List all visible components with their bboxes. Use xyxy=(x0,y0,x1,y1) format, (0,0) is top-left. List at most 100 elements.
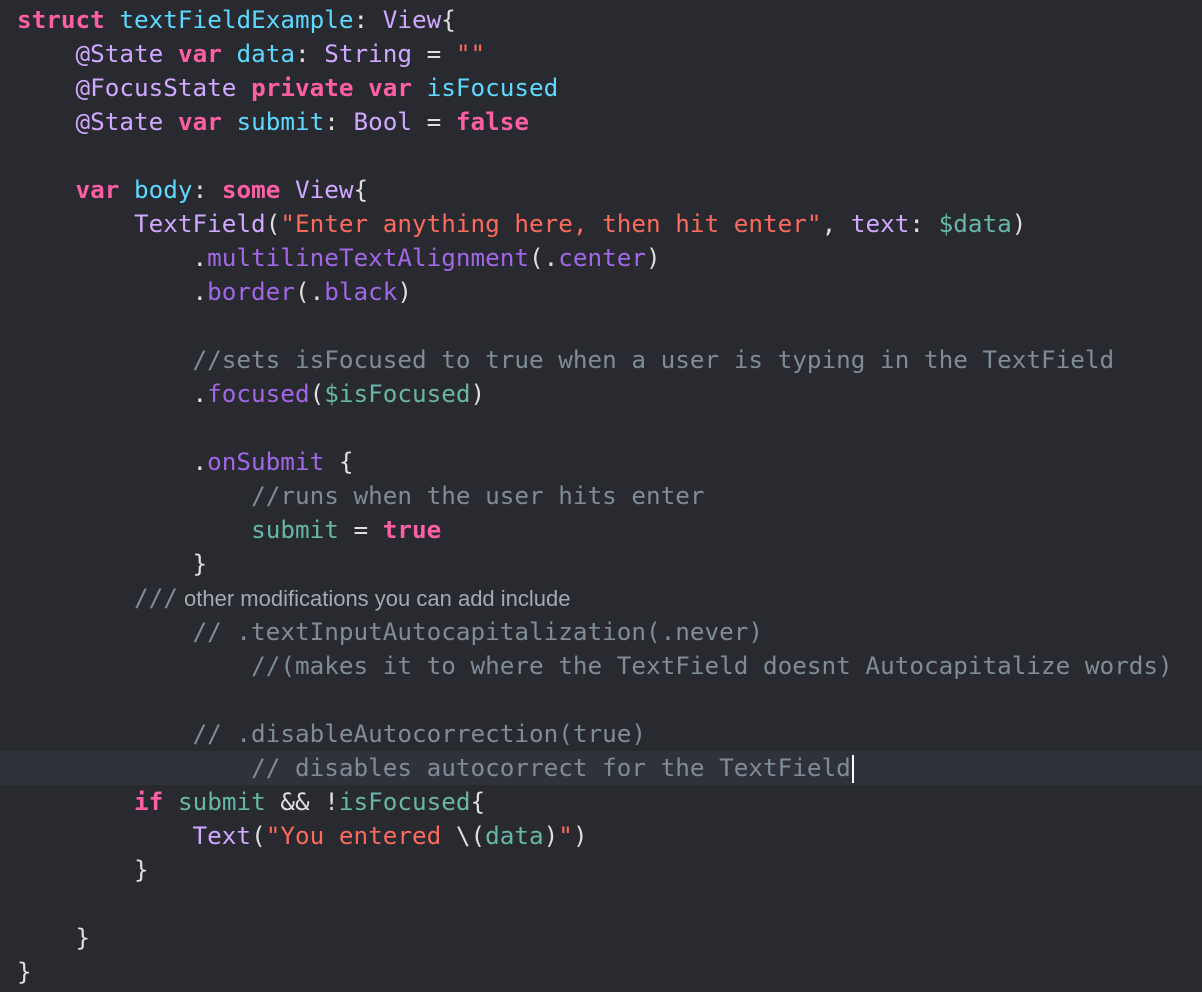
code-token: submit xyxy=(177,787,266,816)
code-token: && ! xyxy=(265,787,339,816)
code-token: " xyxy=(558,821,573,850)
code-token: $data xyxy=(938,209,1012,238)
code-token: : xyxy=(192,175,222,204)
code-token: = xyxy=(412,107,456,136)
code-token: //runs when the user hits enter xyxy=(251,481,705,510)
code-line[interactable]: } xyxy=(0,853,1202,887)
code-token: // .textInputAutocapitalization(.never) xyxy=(192,617,764,646)
code-line[interactable]: struct textFieldExample: View{ xyxy=(0,3,1202,37)
code-token: { xyxy=(441,5,456,34)
code-token: : xyxy=(324,107,354,136)
code-line[interactable]: // .disableAutocorrection(true) xyxy=(0,717,1202,751)
code-token: text xyxy=(850,209,910,238)
code-token: isFocused xyxy=(426,73,559,102)
code-line[interactable]: .border(.black) xyxy=(0,275,1202,309)
code-token: (. xyxy=(294,277,325,306)
code-line[interactable] xyxy=(0,309,1202,343)
code-line[interactable]: } xyxy=(0,955,1202,989)
code-line[interactable] xyxy=(0,683,1202,717)
code-token: data xyxy=(485,821,544,850)
code-token: : xyxy=(909,209,939,238)
code-line[interactable]: @FocusState private var isFocused xyxy=(0,71,1202,105)
code-token: false xyxy=(455,107,530,136)
code-line[interactable]: //(makes it to where the TextField doesn… xyxy=(0,649,1202,683)
code-token: ( xyxy=(309,379,325,408)
code-token: focused xyxy=(207,379,310,408)
code-line[interactable]: //sets isFocused to true when a user is … xyxy=(0,343,1202,377)
code-token: var xyxy=(75,175,120,204)
code-token: center xyxy=(558,243,647,272)
code-token: { xyxy=(470,787,486,816)
code-line[interactable]: var body: some View{ xyxy=(0,173,1202,207)
code-line[interactable]: .focused($isFocused) xyxy=(0,377,1202,411)
code-token: struct xyxy=(17,5,105,34)
code-token: = xyxy=(412,39,456,68)
code-line[interactable]: .multilineTextAlignment(.center) xyxy=(0,241,1202,275)
code-line[interactable]: //runs when the user hits enter xyxy=(0,479,1202,513)
code-token: "" xyxy=(455,39,486,68)
code-token: //(makes it to where the TextField doesn… xyxy=(251,651,1173,680)
code-token: $isFocused xyxy=(324,379,471,408)
code-token: Bool xyxy=(353,107,413,136)
code-token: @State xyxy=(75,39,164,68)
code-line[interactable] xyxy=(0,139,1202,173)
code-token: } xyxy=(17,855,149,884)
code-token: ) xyxy=(397,277,412,306)
code-token: } xyxy=(17,549,208,578)
code-token: isFocused xyxy=(338,787,471,816)
code-token: // disables autocorrect for the TextFiel… xyxy=(251,753,851,782)
code-line[interactable] xyxy=(0,411,1202,445)
code-line[interactable]: if submit && !isFocused{ xyxy=(0,785,1202,819)
code-line[interactable]: TextField("Enter anything here, then hit… xyxy=(0,207,1202,241)
code-token: View xyxy=(294,175,354,204)
code-token: : xyxy=(353,5,383,34)
code-token: // .disableAutocorrection(true) xyxy=(192,719,647,748)
code-token: { xyxy=(353,175,369,204)
code-line[interactable] xyxy=(0,887,1202,921)
code-token: { xyxy=(324,447,354,476)
code-token: . xyxy=(17,243,208,272)
code-token: Text xyxy=(192,821,252,850)
code-line[interactable]: .onSubmit { xyxy=(0,445,1202,479)
code-token: ) xyxy=(1011,209,1027,238)
code-line[interactable]: Text("You entered \(data)") xyxy=(0,819,1202,853)
code-token: @FocusState xyxy=(75,73,237,102)
code-line[interactable]: } xyxy=(0,547,1202,581)
code-line[interactable]: } xyxy=(0,921,1202,955)
code-token: //sets isFocused to true when a user is … xyxy=(192,345,1115,374)
code-token: "You entered xyxy=(265,821,456,850)
code-token: true xyxy=(382,515,442,544)
code-token: ) xyxy=(646,243,661,272)
code-token: var xyxy=(177,39,222,68)
code-token: ) xyxy=(470,379,486,408)
code-token: . xyxy=(17,379,208,408)
code-line[interactable]: // .textInputAutocapitalization(.never) xyxy=(0,615,1202,649)
code-token: ( xyxy=(265,209,281,238)
code-token: String xyxy=(324,39,413,68)
code-editor[interactable]: struct textFieldExample: View{ @State va… xyxy=(0,0,1202,992)
code-line[interactable]: /// other modifications you can add incl… xyxy=(0,581,1202,615)
code-token: multilineTextAlignment xyxy=(207,243,529,272)
code-token: : xyxy=(294,39,325,68)
code-token: ) xyxy=(543,821,559,850)
code-line[interactable]: @State var data: String = "" xyxy=(0,37,1202,71)
code-token: black xyxy=(324,277,398,306)
code-line[interactable]: @State var submit: Bool = false xyxy=(0,105,1202,139)
code-line[interactable]: // disables autocorrect for the TextFiel… xyxy=(0,751,1202,785)
code-token: data xyxy=(236,39,295,68)
code-token: some xyxy=(221,175,281,204)
code-token: \( xyxy=(455,821,486,850)
code-line[interactable]: submit = true xyxy=(0,513,1202,547)
